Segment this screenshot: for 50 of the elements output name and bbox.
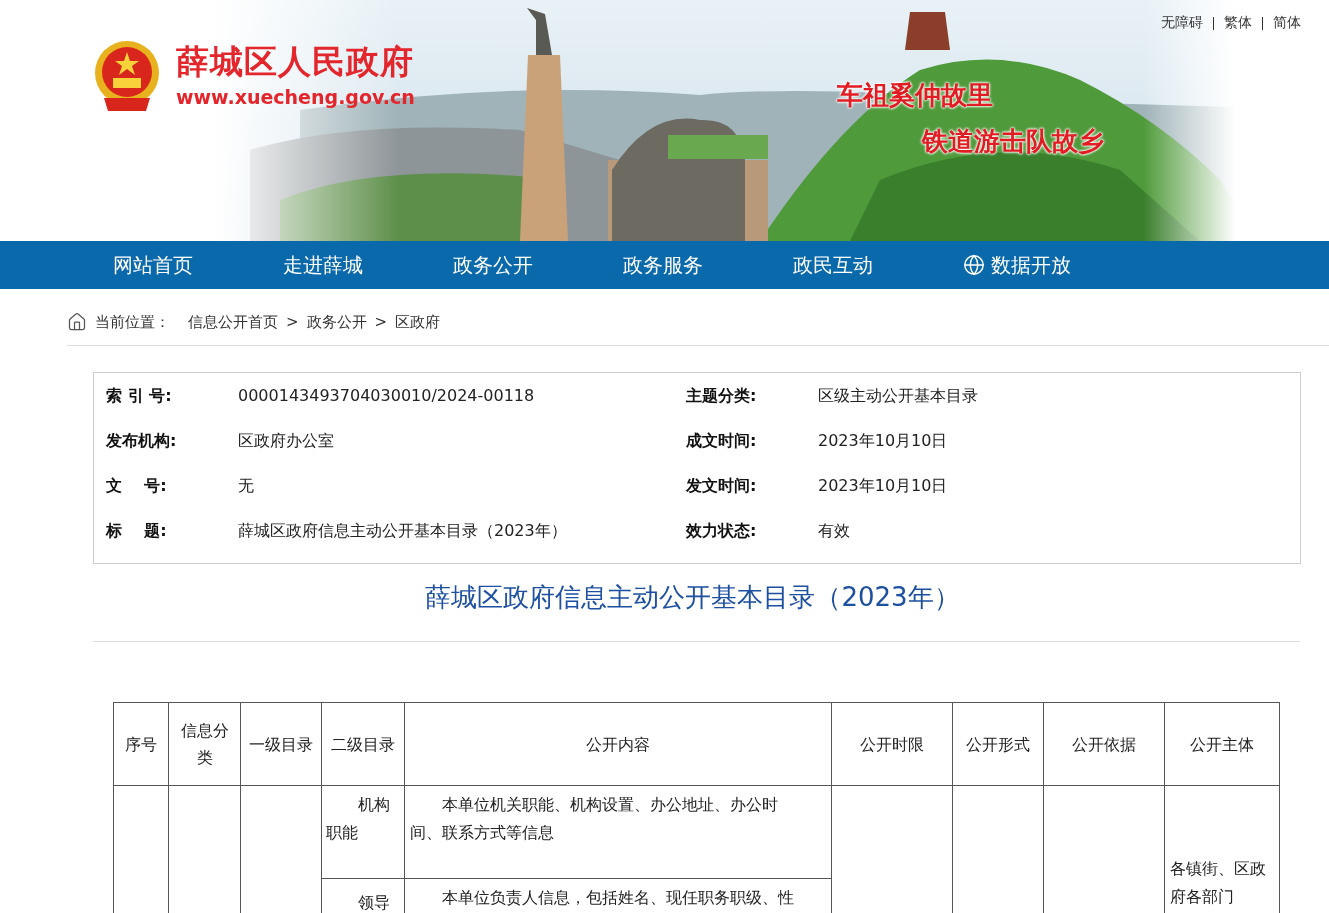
nav-item[interactable]: 数据开放 (963, 241, 1133, 289)
nav-item[interactable]: 网站首页 (113, 241, 283, 289)
top-link[interactable]: 简体 (1273, 14, 1301, 32)
home-icon (67, 312, 87, 332)
column-header: 公开内容 (404, 702, 832, 786)
breadcrumb-link[interactable]: 信息公开首页 (188, 312, 278, 332)
info-label: 主题分类: (686, 385, 758, 407)
table-cell: 本单位机关职能、机构设置、办公地址、办公时间、联系方式等信息 (404, 785, 832, 879)
info-value: 有效 (818, 520, 851, 542)
info-label: 效力状态: (686, 520, 758, 542)
nav-item[interactable]: 政务公开 (453, 241, 623, 289)
top-link[interactable]: 繁体 (1224, 14, 1252, 32)
breadcrumb-separator: > (374, 313, 388, 331)
top-link[interactable]: 无障碍 (1161, 14, 1203, 32)
emblem-icon (94, 40, 160, 112)
nav-item[interactable]: 政务服务 (623, 241, 793, 289)
info-label: 标 题: (106, 520, 168, 542)
nav-item[interactable]: 走进薛城 (283, 241, 453, 289)
document-title: 薛城区政府信息主动公开基本目录（2023年） (424, 581, 961, 614)
site-name: 薛城区人民政府 (176, 41, 415, 83)
column-header: 公开依据 (1043, 702, 1165, 786)
column-header: 公开时限 (831, 702, 953, 786)
breadcrumb-separator: > (286, 313, 299, 331)
info-label: 成文时间: (686, 430, 758, 452)
column-header: 一级目录 (240, 702, 322, 786)
globe-icon (963, 254, 985, 276)
info-label: 文 号: (106, 475, 168, 497)
info-label: 索 引 号: (106, 385, 173, 407)
site-url: www.xuecheng.gov.cn (176, 85, 415, 110)
column-header: 信息分类 (168, 702, 241, 786)
column-header: 公开主体 (1164, 702, 1280, 786)
info-value: 0000143493704030010/2024-00118 (238, 385, 536, 407)
info-value: 薛城区政府信息主动公开基本目录（2023年） (238, 520, 568, 542)
column-header: 公开形式 (952, 702, 1044, 786)
breadcrumb-link[interactable]: 政务公开 (306, 312, 367, 332)
info-value: 区级主动公开基本目录 (818, 385, 979, 407)
table-cell: 机构职能 (321, 785, 405, 879)
breadcrumb-link[interactable]: 区政府 (395, 312, 441, 332)
slogan: 铁道游击队故乡 (922, 125, 1104, 158)
column-header: 序号 (113, 702, 169, 786)
info-value: 2023年10月10日 (818, 430, 949, 452)
info-label: 发文时间: (686, 475, 758, 497)
nav-item[interactable]: 政民互动 (793, 241, 963, 289)
info-value: 区政府办公室 (238, 430, 335, 452)
breadcrumb-label: 当前位置： (95, 312, 170, 332)
column-header: 二级目录 (321, 702, 405, 786)
slogan: 车祖奚仲故里 (837, 79, 993, 112)
info-value: 2023年10月10日 (818, 475, 949, 497)
info-label: 发布机构: (106, 430, 178, 452)
info-value: 无 (238, 475, 255, 497)
